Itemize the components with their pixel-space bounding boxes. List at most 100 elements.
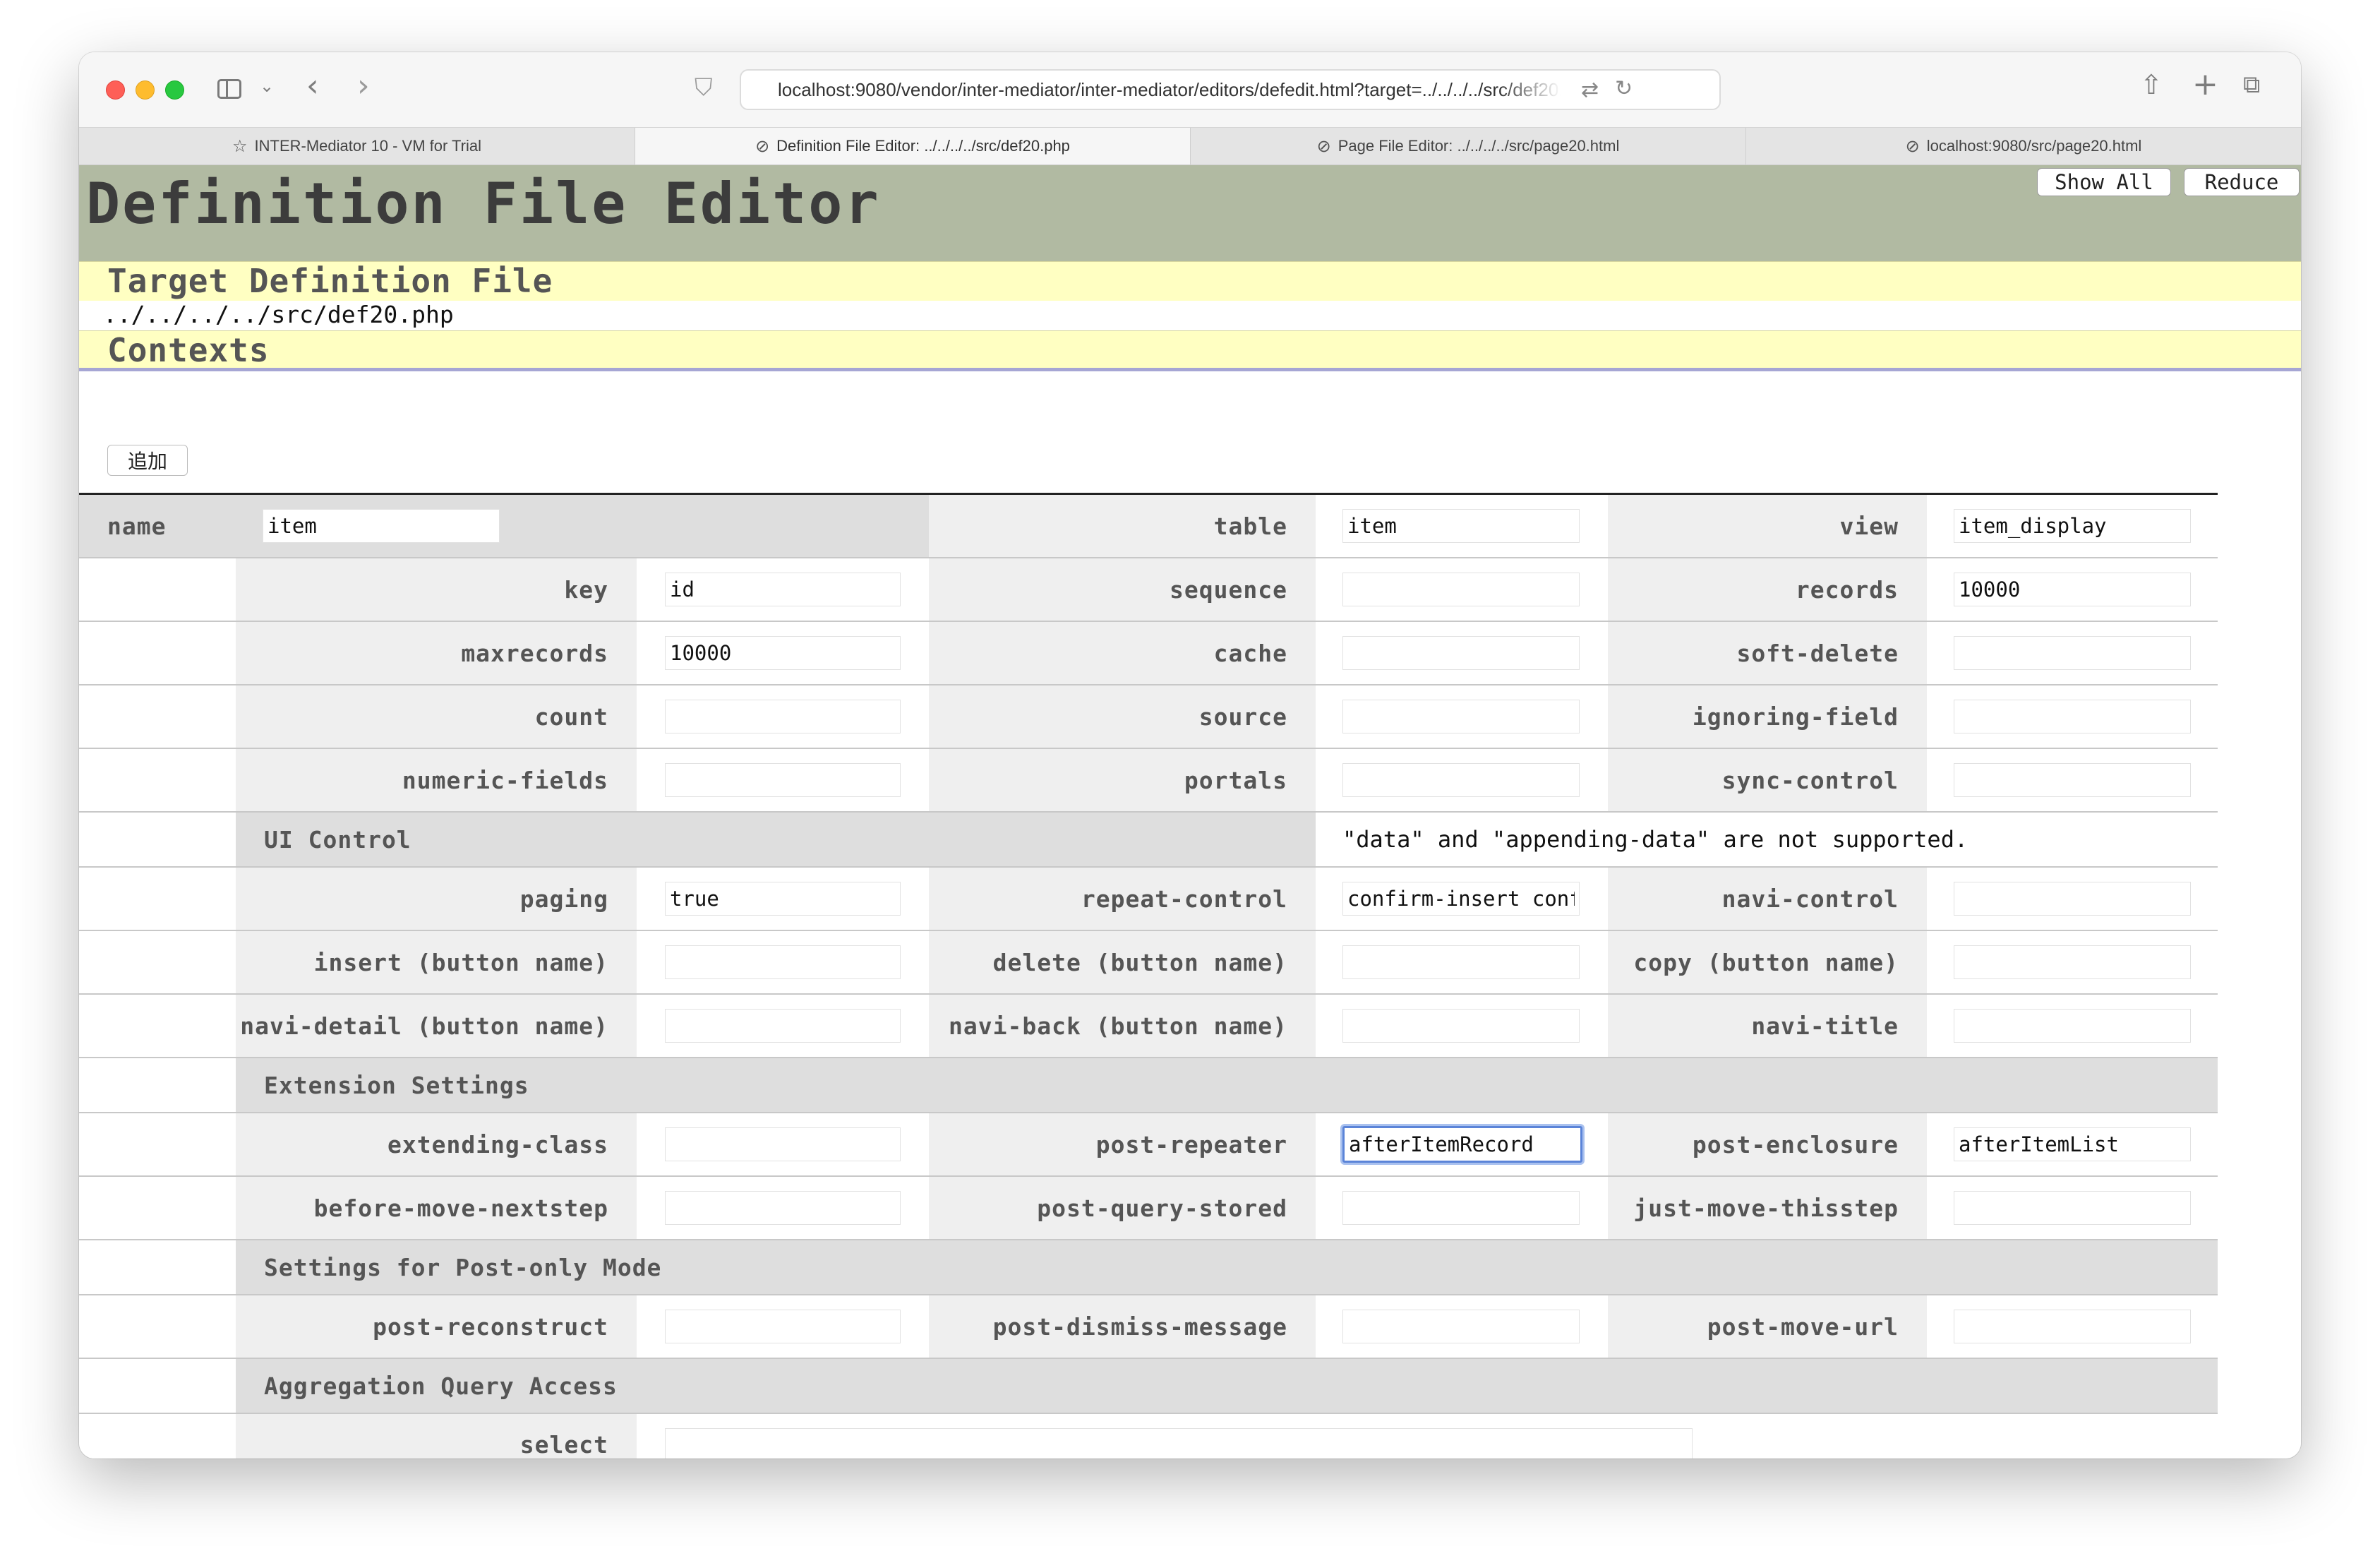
- navi-back-input[interactable]: [1342, 1009, 1580, 1043]
- contexts-heading: Contexts: [107, 331, 270, 369]
- chevron-down-icon[interactable]: ⌄: [260, 76, 274, 96]
- insert-button-name-label: insert (button name): [236, 931, 637, 993]
- table-row: numeric-fields portals sync-control: [79, 749, 2218, 813]
- source-label: source: [929, 685, 1316, 748]
- view-input[interactable]: [1954, 509, 2191, 543]
- reload-icon[interactable]: ↻: [1615, 76, 1633, 101]
- view-cell: [1927, 495, 2218, 557]
- before-move-nextstep-input[interactable]: [665, 1191, 901, 1225]
- paging-input[interactable]: [665, 882, 901, 916]
- select-input[interactable]: [665, 1428, 1693, 1459]
- soft-delete-label: soft-delete: [1608, 622, 1927, 684]
- table-row: Extension Settings: [79, 1058, 2218, 1113]
- sync-control-input[interactable]: [1954, 763, 2191, 797]
- table-row: Settings for Post-only Mode: [79, 1240, 2218, 1295]
- table-row: select: [79, 1414, 2218, 1459]
- paging-label: paging: [236, 868, 637, 930]
- repeat-control-input[interactable]: [1342, 882, 1580, 916]
- target-heading: Target Definition File: [107, 262, 553, 300]
- new-tab-icon[interactable]: +: [2192, 66, 2218, 102]
- just-move-thisstep-label: just-move-thisstep: [1608, 1177, 1927, 1239]
- page-content: Definition File Editor Show All Reduce T…: [79, 165, 2301, 1459]
- post-dismiss-message-label: post-dismiss-message: [929, 1295, 1316, 1358]
- zoom-window-button[interactable]: [165, 80, 184, 100]
- soft-delete-input[interactable]: [1954, 636, 2191, 670]
- post-query-stored-label: post-query-stored: [929, 1177, 1316, 1239]
- count-input[interactable]: [665, 700, 901, 733]
- post-move-url-input[interactable]: [1954, 1310, 2191, 1343]
- delete-button-name-input[interactable]: [1342, 945, 1580, 979]
- insert-button-name-input[interactable]: [665, 945, 901, 979]
- ui-control-note: "data" and "appending-data" are not supp…: [1342, 826, 1969, 853]
- sequence-input[interactable]: [1342, 573, 1580, 606]
- table-row: extending-class post-repeater post-enclo…: [79, 1113, 2218, 1177]
- records-input[interactable]: [1954, 573, 2191, 606]
- tab-definition-file-editor[interactable]: ⊘ Definition File Editor: ../../../../sr…: [635, 128, 1190, 164]
- post-dismiss-message-input[interactable]: [1342, 1310, 1580, 1343]
- table-row: maxrecords cache soft-delete: [79, 622, 2218, 685]
- view-label: view: [1608, 495, 1927, 557]
- just-move-thisstep-input[interactable]: [1954, 1191, 2191, 1225]
- contexts-section-bar: Contexts: [79, 330, 2301, 371]
- tab-page20[interactable]: ⊘ localhost:9080/src/page20.html: [1745, 128, 2301, 164]
- post-query-stored-input[interactable]: [1342, 1191, 1580, 1225]
- app-header: Definition File Editor Show All Reduce: [79, 165, 2301, 261]
- translate-icon[interactable]: ⇄: [1581, 78, 1599, 102]
- tab-overview-icon[interactable]: ⧉: [2243, 71, 2260, 99]
- post-reconstruct-input[interactable]: [665, 1310, 901, 1343]
- tab-bar: ☆ INTER-Mediator 10 - VM for Trial ⊘ Def…: [79, 127, 2301, 165]
- cache-input[interactable]: [1342, 636, 1580, 670]
- ui-control-heading: UI Control: [236, 813, 1316, 866]
- table-row: insert (button name) delete (button name…: [79, 931, 2218, 995]
- ignoring-field-input[interactable]: [1954, 700, 2191, 733]
- reduce-button[interactable]: Reduce: [2184, 168, 2300, 196]
- context-table: name table view key sequence records: [79, 493, 2218, 1459]
- table-cell: [1316, 495, 1608, 557]
- maxrecords-label: maxrecords: [236, 622, 637, 684]
- tab-inter-mediator[interactable]: ☆ INTER-Mediator 10 - VM for Trial: [79, 128, 635, 164]
- post-enclosure-input[interactable]: [1954, 1127, 2191, 1161]
- maxrecords-input[interactable]: [665, 636, 901, 670]
- compass-icon: ⊘: [1905, 136, 1920, 156]
- post-repeater-input[interactable]: [1342, 1126, 1582, 1163]
- add-context-button[interactable]: 追加: [107, 445, 188, 476]
- navi-detail-label: navi-detail (button name): [236, 995, 637, 1057]
- minimize-window-button[interactable]: [136, 80, 155, 100]
- extending-class-input[interactable]: [665, 1127, 901, 1161]
- name-input[interactable]: [263, 509, 500, 543]
- navi-title-label: navi-title: [1608, 995, 1927, 1057]
- post-reconstruct-label: post-reconstruct: [236, 1295, 637, 1358]
- table-row: paging repeat-control navi-control: [79, 868, 2218, 931]
- records-label: records: [1608, 558, 1927, 621]
- share-icon[interactable]: ⇧: [2140, 69, 2163, 100]
- address-bar[interactable]: localhost:9080/vendor/inter-mediator/int…: [740, 69, 1721, 110]
- numeric-fields-input[interactable]: [665, 763, 901, 797]
- title-bar: ⌄ ‹ › ⛉ localhost:9080/vendor/inter-medi…: [79, 52, 2301, 127]
- source-input[interactable]: [1342, 700, 1580, 733]
- shield-icon[interactable]: ⛉: [695, 73, 713, 102]
- navi-control-input[interactable]: [1954, 882, 2191, 916]
- forward-arrow-icon[interactable]: ›: [357, 68, 370, 104]
- tab-page-file-editor[interactable]: ⊘ Page File Editor: ../../../../src/page…: [1190, 128, 1745, 164]
- navi-detail-input[interactable]: [665, 1009, 901, 1043]
- target-section-bar: Target Definition File: [79, 261, 2301, 301]
- table-input[interactable]: [1342, 509, 1580, 543]
- table-row: name table view: [79, 495, 2218, 558]
- table-row: navi-detail (button name) navi-back (but…: [79, 995, 2218, 1058]
- navi-title-input[interactable]: [1954, 1009, 2191, 1043]
- tab-label: Definition File Editor: ../../../../src/…: [776, 137, 1070, 155]
- post-move-url-label: post-move-url: [1608, 1295, 1927, 1358]
- star-icon: ☆: [232, 136, 248, 156]
- key-input[interactable]: [665, 573, 901, 606]
- sidebar-icon[interactable]: [217, 79, 241, 99]
- table-row: post-reconstruct post-dismiss-message po…: [79, 1295, 2218, 1359]
- table-row: key sequence records: [79, 558, 2218, 622]
- count-label: count: [236, 685, 637, 748]
- copy-button-name-label: copy (button name): [1608, 931, 1927, 993]
- back-arrow-icon[interactable]: ‹: [306, 68, 319, 104]
- portals-input[interactable]: [1342, 763, 1580, 797]
- show-all-button[interactable]: Show All: [2037, 168, 2171, 196]
- key-label: key: [236, 558, 637, 621]
- close-window-button[interactable]: [106, 80, 125, 100]
- copy-button-name-input[interactable]: [1954, 945, 2191, 979]
